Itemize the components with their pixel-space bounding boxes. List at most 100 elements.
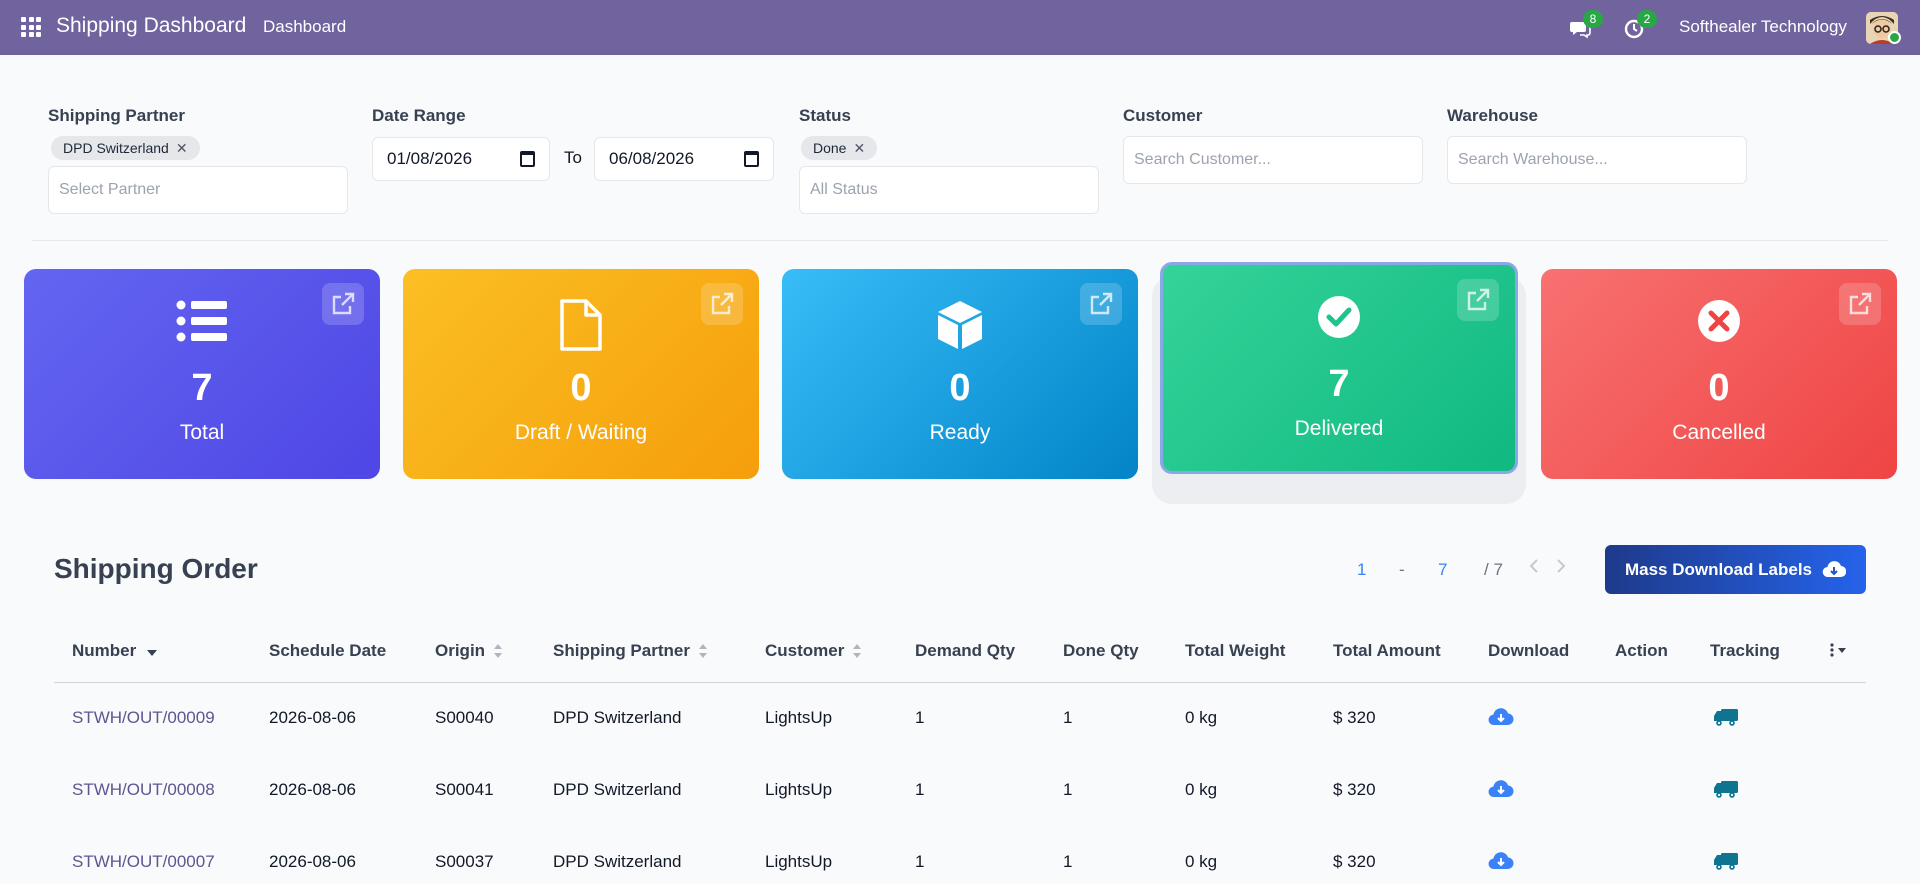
header-label: Done Qty: [1063, 641, 1139, 660]
chevron-left-icon: [1529, 559, 1538, 573]
file-icon: [403, 299, 759, 351]
pager-sep: -: [1399, 560, 1405, 579]
tracking-truck-icon[interactable]: [1713, 707, 1739, 732]
cell-demand-qty: 1: [915, 780, 925, 799]
customer-search-input[interactable]: Search Customer...: [1123, 136, 1423, 184]
check-circle-icon: [1163, 295, 1515, 347]
card-label: Cancelled: [1672, 421, 1766, 444]
date-to-label: To: [564, 148, 582, 167]
list-icon: [24, 299, 380, 351]
sort-icon: [698, 644, 707, 658]
pager-end[interactable]: 7: [1438, 560, 1447, 580]
cell-total-weight: 0 kg: [1185, 852, 1218, 871]
column-header-customer[interactable]: Customer: [765, 641, 862, 661]
warehouse-search-input[interactable]: Search Warehouse...: [1447, 136, 1747, 184]
order-number-link[interactable]: STWH/OUT/00008: [72, 780, 215, 800]
order-number-link[interactable]: STWH/OUT/00009: [72, 708, 215, 728]
column-header-demand-qty[interactable]: Demand Qty: [915, 641, 1015, 661]
box-icon: [782, 299, 1138, 351]
pager-start[interactable]: 1: [1357, 560, 1366, 580]
remove-tag-icon[interactable]: ✕: [853, 140, 865, 157]
column-header-total-amount[interactable]: Total Amount: [1333, 641, 1441, 661]
column-header-schedule-date[interactable]: Schedule Date: [269, 641, 386, 661]
tracking-truck-icon[interactable]: [1713, 851, 1739, 876]
filter-customer: Customer Search Customer...: [1123, 106, 1423, 184]
optional-columns-toggle[interactable]: [1829, 643, 1849, 657]
date-to-value: 06/08/2026: [609, 149, 695, 168]
mass-download-labels-button[interactable]: Mass Download Labels: [1605, 545, 1866, 594]
filter-divider: [32, 240, 1888, 241]
cell-shipping-partner: DPD Switzerland: [553, 708, 682, 727]
cell-origin: S00041: [435, 780, 494, 799]
online-status-dot: [1888, 31, 1901, 44]
download-label-icon[interactable]: [1488, 851, 1514, 876]
stat-card-delivered[interactable]: 7 Delivered: [1160, 262, 1518, 474]
card-label: Total: [179, 421, 225, 444]
top-navbar: Shipping Dashboard Dashboard 8 2 Softhea…: [0, 0, 1920, 55]
card-value: 7: [1328, 363, 1350, 405]
status-select-input[interactable]: All Status: [799, 166, 1099, 214]
chevron-right-icon: [1557, 559, 1566, 573]
column-header-action: Action: [1615, 641, 1668, 661]
filter-warehouse: Warehouse Search Warehouse...: [1447, 106, 1747, 184]
order-number-link[interactable]: STWH/OUT/00007: [72, 852, 215, 872]
download-label-icon[interactable]: [1488, 779, 1514, 804]
stat-card-draft[interactable]: 0 Draft / Waiting: [403, 269, 759, 479]
cell-shipping-partner: DPD Switzerland: [553, 852, 682, 871]
filter-label: Warehouse: [1447, 106, 1539, 125]
cell-total-amount: $ 320: [1333, 708, 1376, 727]
column-header-tracking: Tracking: [1710, 641, 1780, 661]
date-to-input[interactable]: 06/08/2026: [594, 137, 774, 181]
app-brand[interactable]: Shipping Dashboard: [56, 14, 246, 38]
tracking-truck-icon[interactable]: [1713, 779, 1739, 804]
column-header-done-qty[interactable]: Done Qty: [1063, 641, 1139, 661]
stat-card-ready[interactable]: 0 Ready: [782, 269, 1138, 479]
column-header-download: Download: [1488, 641, 1569, 661]
cell-done-qty: 1: [1063, 708, 1073, 727]
column-header-number[interactable]: Number: [72, 641, 158, 661]
menu-dashboard[interactable]: Dashboard: [263, 17, 346, 37]
column-header-origin[interactable]: Origin: [435, 641, 503, 661]
tag-label: Done: [813, 140, 847, 156]
column-header-shipping-partner[interactable]: Shipping Partner: [553, 641, 708, 661]
header-label: Shipping Partner: [553, 641, 690, 660]
column-options-icon: [1830, 643, 1846, 657]
cell-customer: LightsUp: [765, 708, 833, 727]
remove-tag-icon[interactable]: ✕: [176, 140, 188, 157]
filter-label: Shipping Partner: [48, 106, 185, 125]
cell-origin: S00037: [435, 852, 494, 871]
sort-icon: [853, 644, 862, 658]
pager-prev-button[interactable]: [1528, 558, 1540, 579]
cell-demand-qty: 1: [915, 852, 925, 871]
date-from-input[interactable]: 01/08/2026: [372, 137, 550, 181]
partner-tag: DPD Switzerland ✕: [51, 136, 200, 160]
cell-origin: S00040: [435, 708, 494, 727]
cell-schedule-date: 2026-08-06: [269, 708, 356, 727]
partner-select-input[interactable]: Select Partner: [48, 166, 348, 214]
calendar-icon[interactable]: [744, 151, 759, 167]
calendar-icon[interactable]: [520, 151, 535, 167]
header-label: Number: [72, 641, 137, 660]
cell-shipping-partner: DPD Switzerland: [553, 780, 682, 799]
apps-grid-icon[interactable]: [21, 17, 41, 37]
header-label: Total Weight: [1185, 641, 1286, 660]
activities-button[interactable]: 2: [1622, 10, 1657, 42]
cell-customer: LightsUp: [765, 780, 833, 799]
cell-total-amount: $ 320: [1333, 852, 1376, 871]
pager-next-button[interactable]: [1555, 558, 1567, 579]
download-label-icon[interactable]: [1488, 707, 1514, 732]
cell-done-qty: 1: [1063, 780, 1073, 799]
card-label: Delivered: [1294, 417, 1384, 440]
stat-card-cancelled[interactable]: 0 Cancelled: [1541, 269, 1897, 479]
company-switcher[interactable]: Softhealer Technology: [1679, 17, 1847, 37]
sort-icon: [494, 644, 503, 658]
header-label: Action: [1615, 641, 1668, 660]
messages-button[interactable]: 8: [1568, 10, 1603, 42]
cell-customer: LightsUp: [765, 852, 833, 871]
table-header-divider: [54, 682, 1866, 683]
stat-card-total[interactable]: 7 Total: [24, 269, 380, 479]
column-header-total-weight[interactable]: Total Weight: [1185, 641, 1285, 661]
messages-badge: 8: [1583, 10, 1603, 28]
header-label: Schedule Date: [269, 641, 387, 660]
filter-label: Customer: [1123, 106, 1203, 125]
